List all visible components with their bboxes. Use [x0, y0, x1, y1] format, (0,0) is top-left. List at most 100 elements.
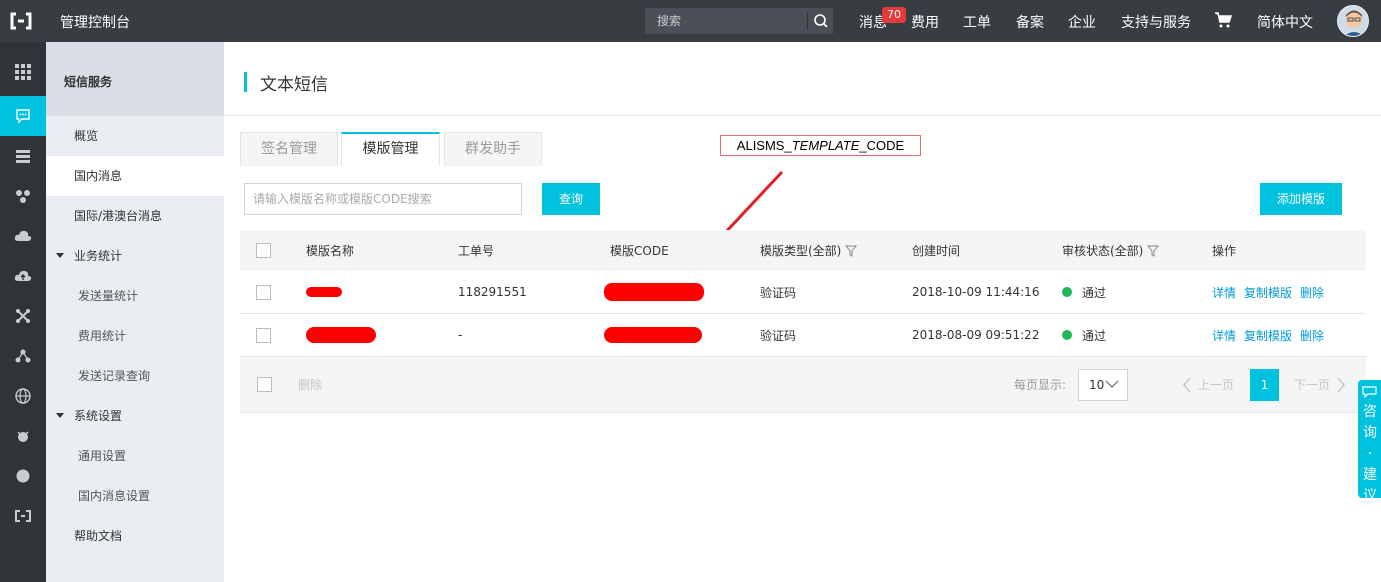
col-review-status[interactable]: 审核状态(全部)	[1062, 230, 1160, 271]
page-number-current[interactable]: 1	[1250, 369, 1279, 401]
menu-send-volume-stats[interactable]: 发送量统计	[46, 276, 224, 316]
col-template-type[interactable]: 模版类型(全部)	[760, 230, 858, 271]
row-checkbox[interactable]	[256, 327, 271, 343]
network-nodes-icon	[16, 190, 30, 203]
avatar[interactable]	[1337, 5, 1369, 37]
sms-side-menu: 短信服务 概览 国内消息 国际/港澳台消息 业务统计 发送量统计 费用统计 发送…	[46, 42, 224, 582]
rail-tools[interactable]	[0, 296, 46, 336]
page-header: 文本短信	[224, 42, 1381, 116]
nav-fees[interactable]: 费用	[911, 12, 939, 32]
per-page-select[interactable]: 10	[1078, 369, 1128, 401]
menu-general-settings[interactable]: 通用设置	[46, 436, 224, 476]
messages-count-badge: 70	[882, 7, 906, 23]
detail-link[interactable]: 详情	[1212, 327, 1236, 344]
search-button[interactable]	[808, 8, 833, 34]
actions-cell: 详情 复制模版 删除	[1212, 314, 1332, 356]
status-approved-dot	[1062, 287, 1072, 297]
copy-template-link[interactable]: 复制模版	[1244, 284, 1292, 301]
per-page-value: 10	[1089, 378, 1105, 392]
rail-bug[interactable]	[0, 416, 46, 456]
cross-tools-icon	[16, 309, 30, 323]
menu-group-business-stats[interactable]: 业务统计	[46, 236, 224, 276]
filter-icon[interactable]	[845, 245, 858, 257]
menu-domestic-messages[interactable]: 国内消息	[46, 156, 224, 196]
nav-support[interactable]: 支持与服务	[1121, 12, 1191, 32]
menu-overview[interactable]: 概览	[46, 116, 224, 156]
rail-cloud-upload[interactable]	[0, 256, 46, 296]
footer-select-all-checkbox[interactable]	[257, 377, 272, 392]
row-select-cell	[256, 314, 271, 356]
nav-tickets[interactable]: 工单	[963, 12, 991, 32]
console-title[interactable]: 管理控制台	[60, 12, 130, 32]
row-checkbox[interactable]	[256, 284, 271, 300]
template-code-cell	[604, 314, 702, 356]
rail-products[interactable]	[0, 52, 46, 92]
menu-domestic-message-settings[interactable]: 国内消息设置	[46, 476, 224, 516]
tab-template-management[interactable]: 模版管理	[341, 132, 440, 166]
annotation-prefix: ALISMS_	[736, 138, 792, 153]
review-status-cell: 通过	[1062, 314, 1106, 356]
rail-database[interactable]	[0, 136, 46, 176]
menu-international-messages[interactable]: 国际/港澳台消息	[46, 196, 224, 236]
rail-global[interactable]	[0, 376, 46, 416]
delete-link[interactable]: 删除	[1300, 327, 1324, 344]
copy-template-link[interactable]: 复制模版	[1244, 327, 1292, 344]
tab-bulk-send-assistant[interactable]: 群发助手	[444, 132, 542, 166]
template-search-input[interactable]	[244, 183, 522, 215]
feedback-chat-icon	[1362, 386, 1377, 398]
select-all-cell	[256, 230, 271, 271]
menu-label: 概览	[74, 129, 99, 143]
rail-cluster[interactable]	[0, 336, 46, 376]
detail-link[interactable]: 详情	[1212, 284, 1236, 301]
footer-select-cell	[257, 357, 272, 412]
created-time-cell: 2018-10-09 11:44:16	[912, 285, 1040, 299]
filter-icon[interactable]	[1147, 245, 1160, 257]
rail-circle[interactable]	[0, 456, 46, 496]
created-time-cell: 2018-08-09 09:51:22	[912, 328, 1040, 342]
review-status-text: 通过	[1082, 285, 1107, 300]
cart-icon[interactable]	[1214, 11, 1232, 29]
col-template-code: 模版CODE	[610, 244, 669, 258]
main-content: 文本短信 签名管理 模版管理 群发助手 ALISMS_TEMPLATE_CODE…	[224, 42, 1381, 582]
nav-enterprise[interactable]: 企业	[1068, 12, 1096, 32]
nav-filing[interactable]: 备案	[1016, 12, 1044, 32]
template-name-cell	[306, 314, 376, 356]
template-code-cell	[604, 271, 704, 313]
add-template-button[interactable]: 添加模版	[1260, 183, 1342, 215]
batch-delete-button[interactable]: 删除	[298, 357, 322, 412]
nav-language[interactable]: 简体中文	[1257, 12, 1313, 32]
menu-help-docs[interactable]: 帮助文档	[46, 516, 224, 556]
review-status-text: 通过	[1082, 328, 1107, 343]
status-approved-dot	[1062, 330, 1072, 340]
rail-network[interactable]	[0, 176, 46, 216]
rail-aliyun[interactable]	[0, 496, 46, 536]
redacted-template-code	[604, 327, 702, 343]
feedback-tab[interactable]: 咨 询 · 建 议	[1358, 380, 1381, 504]
feedback-char: 建	[1363, 467, 1377, 483]
menu-group-system-settings[interactable]: 系统设置	[46, 396, 224, 436]
top-bar: 管理控制台 消息 70 费用 工单 备案 企业 支持与服务 简体中文	[0, 0, 1381, 42]
feedback-char: 议	[1363, 488, 1377, 504]
delete-link[interactable]: 删除	[1300, 284, 1324, 301]
user-avatar-icon	[1338, 6, 1368, 36]
next-page-button[interactable]: 下一页	[1294, 357, 1346, 412]
global-search-input[interactable]	[645, 8, 807, 34]
col-created-time: 创建时间	[912, 244, 961, 258]
product-icon-rail	[0, 42, 46, 582]
rail-cloud[interactable]	[0, 216, 46, 256]
menu-label: 国内消息	[74, 169, 123, 183]
menu-cost-stats[interactable]: 费用统计	[46, 316, 224, 356]
template-code-annotation: ALISMS_TEMPLATE_CODE	[720, 135, 921, 156]
aliyun-logo-icon[interactable]	[10, 11, 32, 31]
menu-send-records[interactable]: 发送记录查询	[46, 356, 224, 396]
per-page-label: 每页显示:	[1014, 378, 1067, 392]
tab-signature-management[interactable]: 签名管理	[240, 132, 338, 166]
col-template-type-label: 模版类型(全部)	[760, 244, 842, 258]
rail-sms[interactable]	[0, 96, 46, 136]
grid-icon	[15, 64, 31, 80]
prev-page-button[interactable]: 上一页	[1182, 357, 1234, 412]
select-all-checkbox[interactable]	[256, 243, 271, 258]
col-review-status-label: 审核状态(全部)	[1062, 244, 1144, 258]
chevron-right-icon	[1337, 377, 1345, 392]
query-button[interactable]: 查询	[542, 183, 600, 215]
